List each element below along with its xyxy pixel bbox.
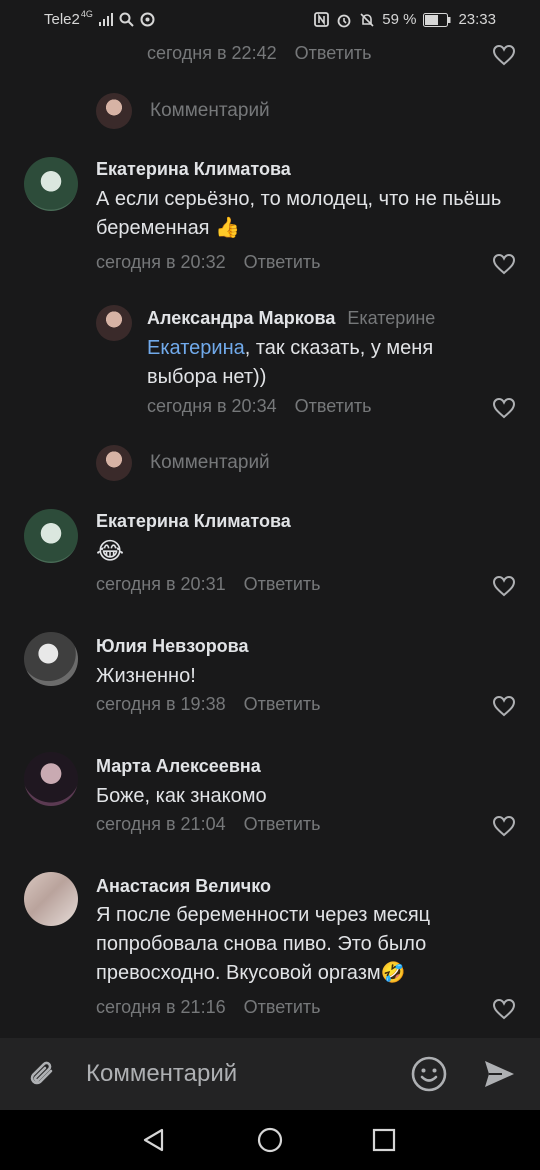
avatar[interactable] [24,752,78,806]
mention-link[interactable]: Екатерина [147,337,245,359]
laughing-emoji: 😂 [96,538,125,565]
reply-composer-placeholder[interactable]: Комментарий [150,452,270,474]
comment-author[interactable]: Анастасия Величко [96,876,271,897]
comment-author: Александра Маркова Екатерине [147,308,436,328]
search-icon [119,12,134,27]
comment-meta: сегодня в 21:16 Ответить [96,997,321,1018]
system-navigation-bar [0,1110,540,1170]
thumbs-up-emoji: 👍 [215,217,240,239]
comment-meta: сегодня в 20:32 Ответить [96,252,321,273]
emoji-icon[interactable] [411,1056,447,1092]
comment-text: Боже, как знакомо [96,785,267,807]
comment-meta: сегодня в 20:31 Ответить [96,574,321,595]
comment-text: Екатерина, так сказать, у меня выбора не… [147,337,434,388]
comment-input[interactable]: Комментарий [86,1060,237,1088]
avatar[interactable] [24,872,78,926]
battery-percent: 59 % [382,11,417,28]
reply-link[interactable]: Ответить [244,694,321,714]
comment-meta: сегодня в 21:04 Ответить [96,814,321,835]
avatar [96,93,132,129]
reply-composer-placeholder[interactable]: Комментарий [150,100,270,122]
comment-meta: сегодня в 20:34 Ответить [147,396,372,417]
rofl-emoji: 🤣 [380,962,406,984]
comment-time: сегодня в 21:16 [96,997,226,1017]
like-heart-icon[interactable] [492,998,516,1020]
like-heart-icon[interactable] [492,575,516,597]
avatar[interactable] [24,509,78,563]
alarm-icon [337,14,351,27]
comment-author[interactable]: Екатерина Климатова [96,159,291,180]
avatar[interactable] [24,632,78,686]
battery-icon [423,12,451,27]
reply-link[interactable]: Ответить [244,574,321,594]
carrier-label: Tele2 [44,11,80,28]
comment-time: сегодня в 22:42 [147,43,277,63]
comment-meta: сегодня в 22:42 Ответить [147,43,372,64]
clock: 23:33 [458,11,496,28]
comment-time: сегодня в 20:31 [96,574,226,594]
like-heart-icon[interactable] [492,815,516,837]
browser-icon [140,12,155,27]
like-heart-icon[interactable] [492,253,516,275]
mute-bell-icon [360,12,374,27]
comment-time: сегодня в 21:04 [96,814,226,834]
avatar [96,445,132,481]
comment-time: сегодня в 19:38 [96,694,226,714]
attach-icon[interactable] [26,1057,60,1091]
send-icon[interactable] [482,1057,516,1091]
reply-link[interactable]: Ответить [295,43,372,63]
reply-link[interactable]: Ответить [244,252,321,272]
recents-icon[interactable] [372,1128,396,1152]
comment-text: Жизненно! [96,665,196,687]
signal-icon [98,13,113,26]
comment-text: А если серьёзно, то молодец, что не пьёш… [96,188,502,239]
like-heart-icon[interactable] [492,695,516,717]
comment-time: сегодня в 20:32 [96,252,226,272]
comment-text: Я после беременности через месяц попробо… [96,904,431,984]
like-heart-icon[interactable] [492,44,516,66]
status-bar: Tele2 4G 59 % 23:33 [0,0,540,40]
avatar[interactable] [24,157,78,211]
comment-author[interactable]: Марта Алексеевна [96,756,261,777]
network-label: 4G [80,8,93,19]
comment-time: сегодня в 20:34 [147,396,277,416]
reply-link[interactable]: Ответить [295,396,372,416]
back-icon[interactable] [141,1127,167,1153]
comment-author[interactable]: Юлия Невзорова [96,636,249,657]
reply-link[interactable]: Ответить [244,997,321,1017]
comment-composer: Комментарий [0,1038,540,1110]
home-icon[interactable] [256,1126,284,1154]
avatar[interactable] [96,305,132,341]
reply-addressee[interactable]: Екатерине [347,308,435,328]
reply-link[interactable]: Ответить [244,814,321,834]
like-heart-icon[interactable] [492,397,516,419]
nfc-icon [314,12,330,27]
comment-meta: сегодня в 19:38 Ответить [96,694,321,715]
comment-author[interactable]: Екатерина Климатова [96,511,291,532]
